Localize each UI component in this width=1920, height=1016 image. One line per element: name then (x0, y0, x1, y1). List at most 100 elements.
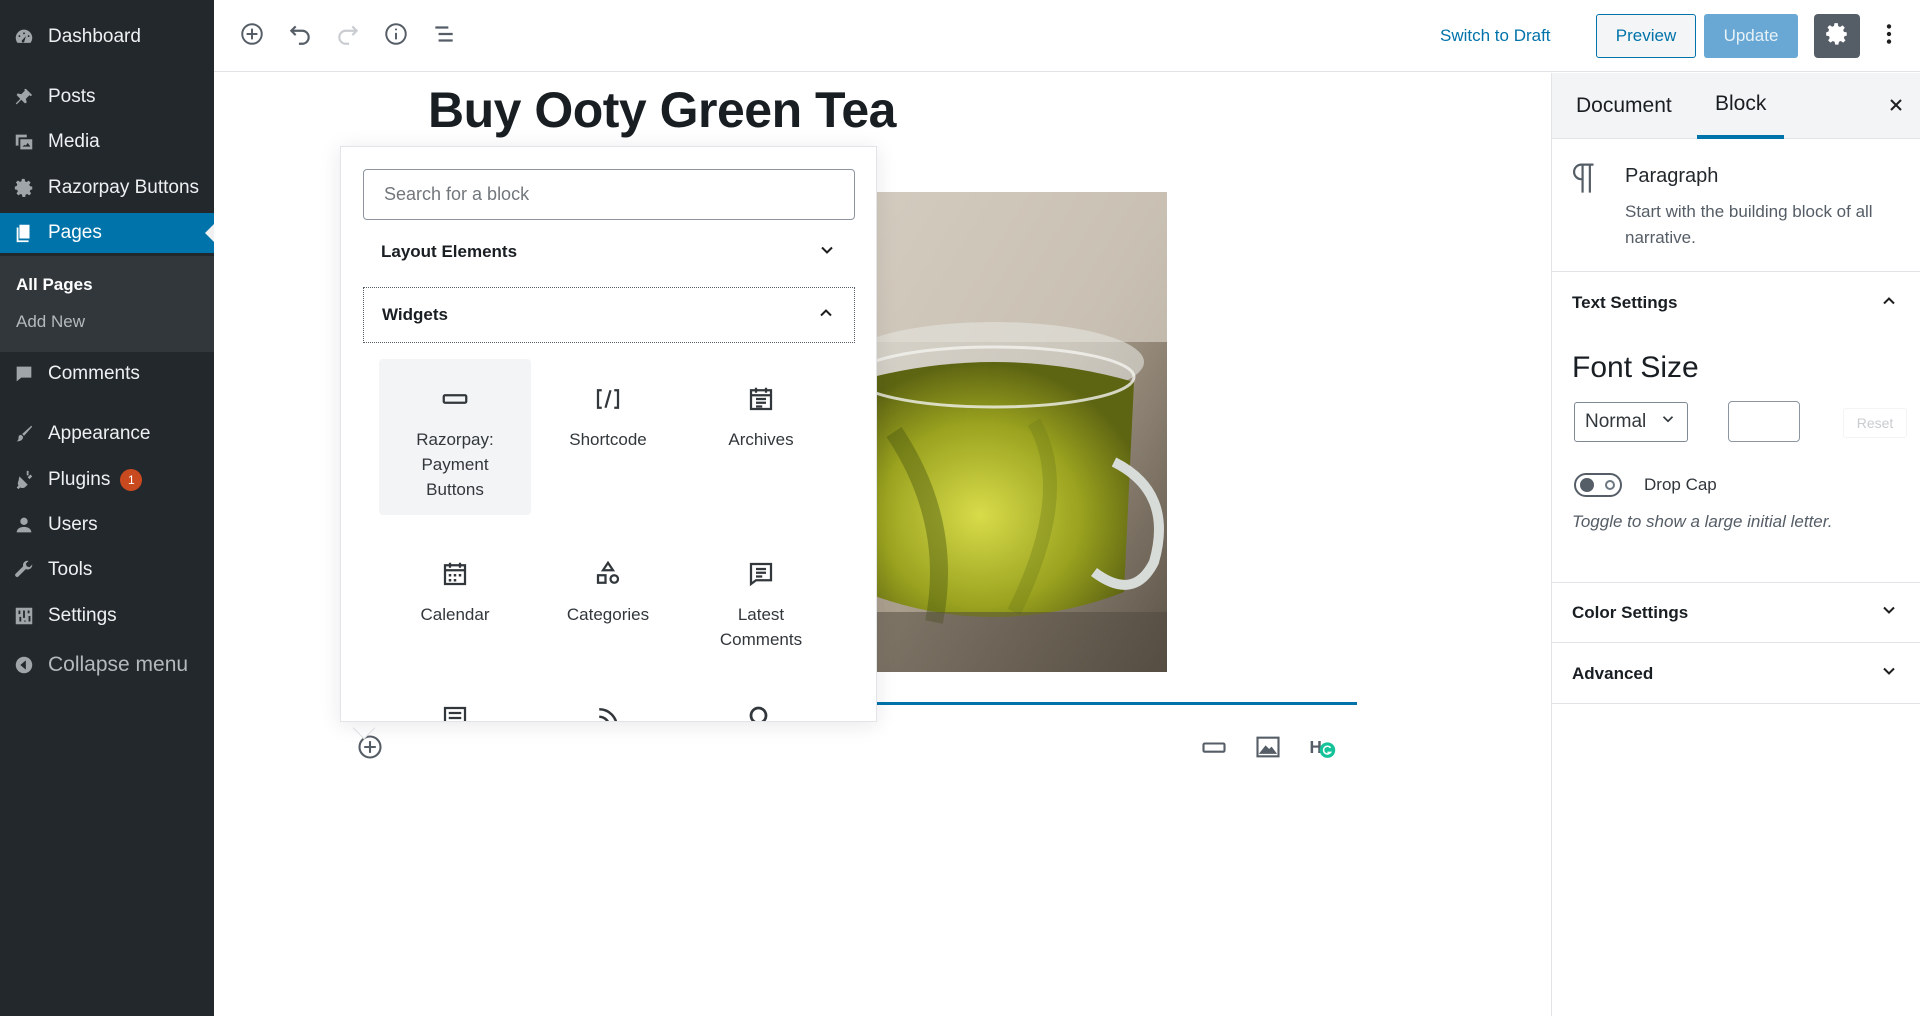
drop-cap-help: Toggle to show a large initial letter. (1572, 512, 1833, 531)
preview-button[interactable]: Preview (1596, 14, 1696, 58)
menu-item-dashboard[interactable]: Dashboard (0, 17, 214, 57)
tab-block[interactable]: Block (1697, 73, 1785, 139)
menu-item-tools[interactable]: Tools (0, 550, 214, 590)
content-info-button[interactable] (378, 18, 414, 54)
block-separator-line (874, 702, 1357, 705)
custom-font-size-input[interactable] (1728, 401, 1800, 442)
block-partial-item[interactable] (379, 685, 531, 721)
settings-sidebar: Document Block Paragraph Start with the … (1551, 73, 1920, 1016)
shortcode-icon (593, 377, 623, 421)
menu-label: Posts (48, 86, 96, 107)
menu-item-posts[interactable]: Posts (0, 77, 214, 117)
drop-cap-toggle[interactable] (1574, 473, 1622, 497)
block-card-title: Paragraph (1625, 165, 1719, 187)
menu-item-plugins[interactable]: Plugins 1 (0, 460, 214, 500)
chevron-up-icon (1879, 291, 1899, 316)
settings-toggle-button[interactable] (1814, 14, 1860, 58)
menu-label: Media (48, 131, 100, 152)
menu-item-appearance[interactable]: Appearance (0, 414, 214, 454)
chevron-down-icon (1879, 661, 1899, 686)
paragraph-icon (1570, 161, 1600, 200)
panel-title: Text Settings (1572, 293, 1678, 312)
insert-button-block[interactable] (1196, 731, 1232, 767)
block-label: Shortcode (569, 430, 647, 449)
menu-item-razorpay-buttons[interactable]: Razorpay Buttons (0, 168, 214, 208)
info-icon (383, 21, 409, 52)
calendar-icon (440, 552, 470, 596)
block-calendar[interactable]: Calendar (379, 534, 531, 690)
collapse-icon (0, 654, 48, 676)
color-settings-toggle[interactable]: Color Settings (1552, 583, 1920, 643)
collapse-menu-button[interactable]: Collapse menu (0, 645, 214, 685)
menu-item-pages[interactable]: Pages (0, 213, 214, 253)
menu-label: Dashboard (48, 26, 141, 47)
reset-font-size-button[interactable]: Reset (1843, 408, 1907, 438)
toggle-knob (1580, 478, 1594, 492)
tab-document[interactable]: Document (1574, 73, 1674, 139)
widgets-toggle[interactable]: Widgets (363, 287, 855, 343)
menu-label: Settings (48, 605, 117, 626)
block-razorpay-payment-buttons[interactable]: Razorpay: Payment Buttons (379, 359, 531, 515)
block-categories[interactable]: Categories (532, 534, 684, 690)
block-partial-item[interactable] (685, 685, 837, 721)
post-title[interactable]: Buy Ooty Green Tea (428, 81, 896, 139)
font-size-value: Normal (1585, 411, 1647, 432)
inline-add-block-button[interactable] (352, 731, 388, 767)
font-size-select[interactable]: Normal (1574, 402, 1688, 442)
insert-heading-block[interactable]: H (1304, 731, 1340, 767)
block-label: Categories (566, 605, 650, 624)
add-block-button[interactable] (234, 18, 270, 54)
block-latest-comments[interactable]: Latest Comments (685, 534, 837, 690)
update-button[interactable]: Update (1704, 14, 1798, 58)
green-tea-image[interactable] (874, 192, 1167, 672)
block-label: Razorpay: Payment Buttons (416, 430, 494, 499)
toggle-off-indicator (1605, 480, 1615, 490)
block-search-input[interactable] (363, 169, 855, 220)
block-archives[interactable]: Archives (685, 359, 837, 515)
list-icon (440, 703, 470, 721)
block-navigation-button[interactable] (426, 18, 462, 54)
comment-icon (0, 363, 48, 385)
add-block-icon (356, 733, 384, 766)
gear-icon (0, 177, 48, 199)
submenu-all-pages[interactable]: All Pages (16, 275, 93, 295)
menu-item-settings[interactable]: Settings (0, 596, 214, 636)
menu-label: Pages (48, 222, 102, 243)
close-sidebar-button[interactable] (1884, 95, 1908, 119)
undo-button[interactable] (282, 18, 318, 54)
menu-item-comments[interactable]: Comments (0, 354, 214, 394)
dashboard-icon (0, 26, 48, 48)
chevron-down-icon (1659, 410, 1677, 434)
calendar-icon (746, 377, 776, 421)
menu-item-users[interactable]: Users (0, 505, 214, 545)
layout-elements-toggle[interactable]: Layout Elements (363, 224, 855, 280)
panel-title: Layout Elements (381, 242, 518, 261)
plugins-update-badge: 1 (120, 469, 143, 491)
settings-icon (0, 605, 48, 627)
switch-to-draft-button[interactable]: Switch to Draft (1440, 14, 1551, 58)
submenu-add-new[interactable]: Add New (16, 312, 85, 332)
chevron-up-icon (816, 303, 836, 328)
search-icon (746, 703, 776, 721)
more-tools-button[interactable] (1874, 14, 1904, 58)
image-icon (1254, 733, 1282, 766)
block-partial-item[interactable] (532, 685, 684, 721)
block-label: Archives (728, 430, 794, 449)
pin-icon (0, 86, 48, 108)
block-shortcode[interactable]: Shortcode (532, 359, 684, 515)
menu-item-media[interactable]: Media (0, 122, 214, 162)
more-vertical-icon (1876, 21, 1902, 52)
collapse-label: Collapse menu (48, 653, 189, 676)
text-settings-toggle[interactable]: Text Settings (1552, 273, 1920, 333)
menu-label: Plugins (48, 469, 111, 490)
block-label: Calendar (420, 605, 490, 624)
user-icon (0, 514, 48, 536)
advanced-toggle[interactable]: Advanced (1552, 644, 1920, 704)
insert-image-block[interactable] (1250, 731, 1286, 767)
undo-icon (287, 21, 313, 52)
menu-label: Razorpay Buttons (48, 177, 200, 198)
wrench-icon (0, 559, 48, 581)
sidebar-tabs: Document Block (1552, 73, 1920, 139)
button-icon (440, 377, 470, 421)
redo-button[interactable] (330, 18, 366, 54)
